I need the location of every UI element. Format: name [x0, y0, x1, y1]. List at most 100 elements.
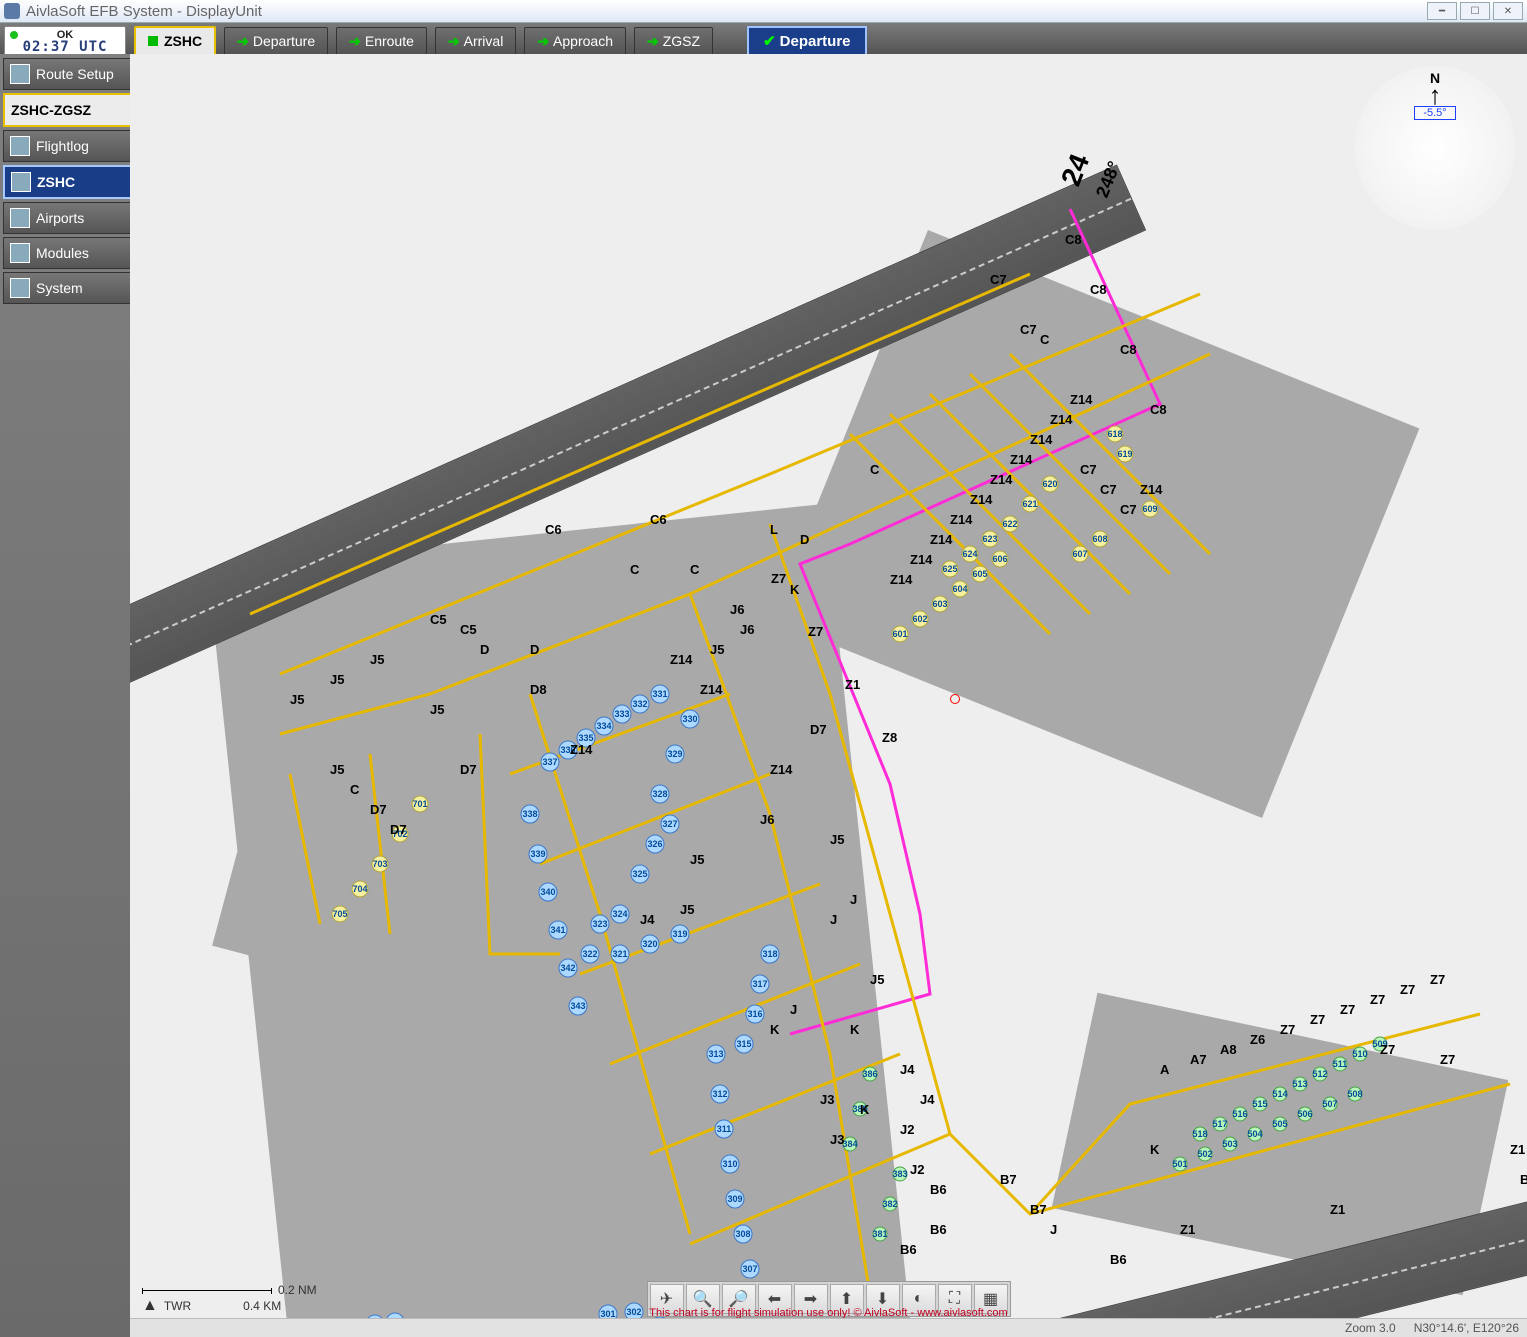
sim-status-block: OK 02:37 UTC: [4, 26, 126, 56]
nav-enroute-button[interactable]: ➔Enroute: [336, 27, 427, 55]
taxiway-label: C5: [430, 612, 447, 627]
arrow-left-icon: ⬅: [768, 1289, 781, 1309]
taxiway-label: J6: [740, 622, 754, 637]
taxiway-label: D7: [370, 802, 387, 817]
gates-blue-group: 3313323333303343353363373293283383273263…: [366, 685, 779, 1319]
taxiway-label: K: [860, 1102, 870, 1117]
taxiway-label: K: [850, 1022, 860, 1037]
sidebar-item-label: Flightlog: [36, 138, 89, 154]
taxiway-label: J6: [730, 602, 744, 617]
gate-label: 503: [1222, 1139, 1237, 1149]
taxiway-label: C: [870, 462, 880, 477]
grid-icon: ▦: [983, 1289, 998, 1309]
taxiway-label: Z7: [1370, 992, 1385, 1007]
gate-label: 618: [1107, 429, 1122, 439]
gate-label: 510: [1352, 1049, 1367, 1059]
gate-label: 515: [1252, 1099, 1267, 1109]
gate-label: 384: [842, 1139, 857, 1149]
sidebar-item-flightlog[interactable]: Flightlog: [3, 130, 133, 162]
airport-chart-viewport[interactable]: 24 248°: [130, 54, 1527, 1319]
taxiway-label: C5: [460, 622, 477, 637]
sidebar-item-route-setup[interactable]: Route Setup: [3, 58, 133, 90]
taxiway-label: D7: [390, 822, 407, 837]
gate-label: 624: [962, 549, 977, 559]
sidebar-item-flight-pair[interactable]: ZSHC-ZGSZ: [3, 93, 133, 127]
gate-label: 308: [735, 1229, 750, 1239]
taxiway-label: B7: [1030, 1202, 1047, 1217]
taxiway-label: C7: [1120, 502, 1137, 517]
nav-dest-label: ZGSZ: [663, 33, 700, 49]
chart-overlay: 3313323333303343353363373293283383273263…: [130, 54, 1527, 1319]
taxiway-label: Z7: [1400, 982, 1415, 997]
procedure-label: Departure: [780, 33, 851, 50]
sidebar-item-system[interactable]: System: [3, 272, 133, 304]
taxiway-label: C6: [545, 522, 562, 537]
taxiway-label: C: [630, 562, 640, 577]
gate-label: 619: [1117, 449, 1132, 459]
taxiway-label: Z14: [1010, 452, 1033, 467]
gate-label: 518: [1192, 1129, 1207, 1139]
sidebar-item-airports[interactable]: Airports: [3, 202, 133, 234]
taxiway-label: K: [790, 582, 800, 597]
sidebar-item-airport[interactable]: ZSHC: [3, 165, 133, 199]
gate-label: 625: [942, 564, 957, 574]
gate-label: 605: [972, 569, 987, 579]
gate-label: 703: [372, 859, 387, 869]
status-zoom: Zoom 3.0: [1345, 1321, 1396, 1335]
arrow-right-icon: ➡: [804, 1289, 817, 1309]
compass-magvar: -5.5°: [1414, 106, 1455, 120]
gate-label: 334: [596, 721, 611, 731]
taxiway-label: Z7: [771, 571, 786, 586]
window-maximize-button[interactable]: ☐: [1460, 2, 1490, 20]
scale-twr: TWR: [164, 1299, 191, 1313]
gate-label: 332: [632, 699, 647, 709]
taxiway-label: Z6: [1250, 1032, 1265, 1047]
nav-dest-button[interactable]: ➔ZGSZ: [634, 27, 713, 55]
taxiway-label: Z14: [670, 652, 693, 667]
sidebar-item-modules[interactable]: Modules: [3, 237, 133, 269]
gate-label: 386: [862, 1069, 877, 1079]
gate-label: 602: [912, 614, 927, 624]
taxiway-label: Z1: [1510, 1142, 1525, 1157]
gate-label: 517: [1212, 1119, 1227, 1129]
taxiway-label: J5: [680, 902, 694, 917]
sidebar-item-label: System: [36, 280, 83, 296]
window-title: AivlaSoft EFB System - DisplayUnit: [26, 3, 262, 20]
nav-origin-button[interactable]: ZSHC: [134, 26, 216, 56]
procedure-button[interactable]: ✔Departure: [747, 26, 866, 56]
window-minimize-button[interactable]: ━: [1427, 2, 1457, 20]
gate-label: 341: [550, 925, 565, 935]
taxiway-label: Z14: [1070, 392, 1093, 407]
gate-label: 621: [1022, 499, 1037, 509]
taxiway-label: C: [690, 562, 700, 577]
gate-label: 507: [1322, 1099, 1337, 1109]
taxiway-label: J6: [760, 812, 774, 827]
taxiway-label: C: [1040, 332, 1050, 347]
nav-approach-button[interactable]: ➔Approach: [524, 27, 626, 55]
gate-label: 302: [626, 1307, 641, 1317]
nav-departure-button[interactable]: ➔Departure: [224, 27, 328, 55]
taxiway-label: C7: [1100, 482, 1117, 497]
gate-label: 333: [614, 709, 629, 719]
box-icon: [10, 243, 30, 263]
taxiway-label: Z7: [1430, 972, 1445, 987]
gate-label: 328: [652, 789, 667, 799]
gate-label: 312: [712, 1089, 727, 1099]
window-close-button[interactable]: ✕: [1493, 2, 1523, 20]
sidebar-item-label: Route Setup: [36, 66, 114, 82]
taxiway-label: B6: [930, 1222, 947, 1237]
gate-label: 511: [1333, 1059, 1348, 1069]
gate-label: 321: [612, 949, 627, 959]
gate-label: 327: [662, 819, 677, 829]
taxiway-label: D: [800, 532, 809, 547]
taxiway-label: J3: [830, 1132, 844, 1147]
taxiway-label: C6: [650, 512, 667, 527]
nav-arrival-button[interactable]: ➔Arrival: [435, 27, 516, 55]
taxiway-label: Z14: [990, 472, 1013, 487]
taxiway-label: C7: [990, 272, 1007, 287]
gate-label: 705: [332, 909, 347, 919]
gate-label: 512: [1312, 1069, 1327, 1079]
taxiway-label: J5: [330, 672, 344, 687]
taxiway-label: Z14: [770, 762, 793, 777]
gate-label: 504: [1247, 1129, 1262, 1139]
